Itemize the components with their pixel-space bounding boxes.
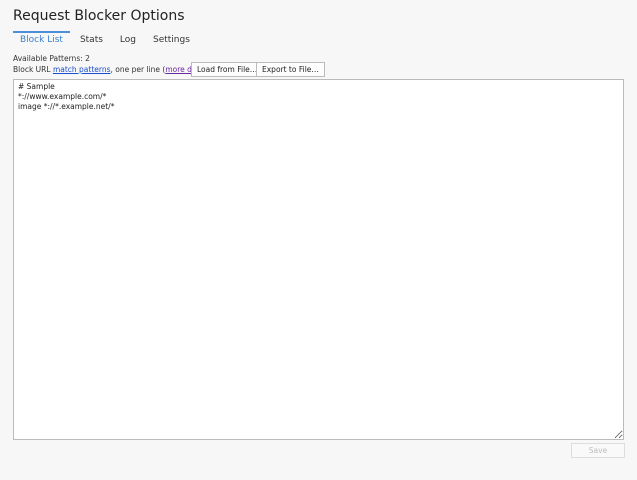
export-to-file-button[interactable]: Export to File…: [256, 62, 325, 77]
match-patterns-link[interactable]: match patterns: [53, 65, 111, 74]
tab-stats[interactable]: Stats: [73, 31, 110, 49]
save-button[interactable]: Save: [571, 443, 625, 458]
load-from-file-button[interactable]: Load from File…: [191, 62, 264, 77]
available-patterns-count: Available Patterns: 2: [13, 54, 90, 63]
patterns-textarea[interactable]: # Sample *://www.example.com/* image *:/…: [13, 79, 624, 440]
tab-block-list[interactable]: Block List: [13, 31, 70, 49]
tab-bar: Block List Stats Log Settings: [13, 31, 200, 49]
tab-settings[interactable]: Settings: [146, 31, 197, 49]
tab-log[interactable]: Log: [113, 31, 143, 49]
block-url-description: Block URL match patterns, one per line (…: [13, 65, 211, 74]
description-prefix: Block URL: [13, 65, 53, 74]
page-title: Request Blocker Options: [13, 8, 185, 24]
description-middle: , one per line (: [110, 65, 166, 74]
